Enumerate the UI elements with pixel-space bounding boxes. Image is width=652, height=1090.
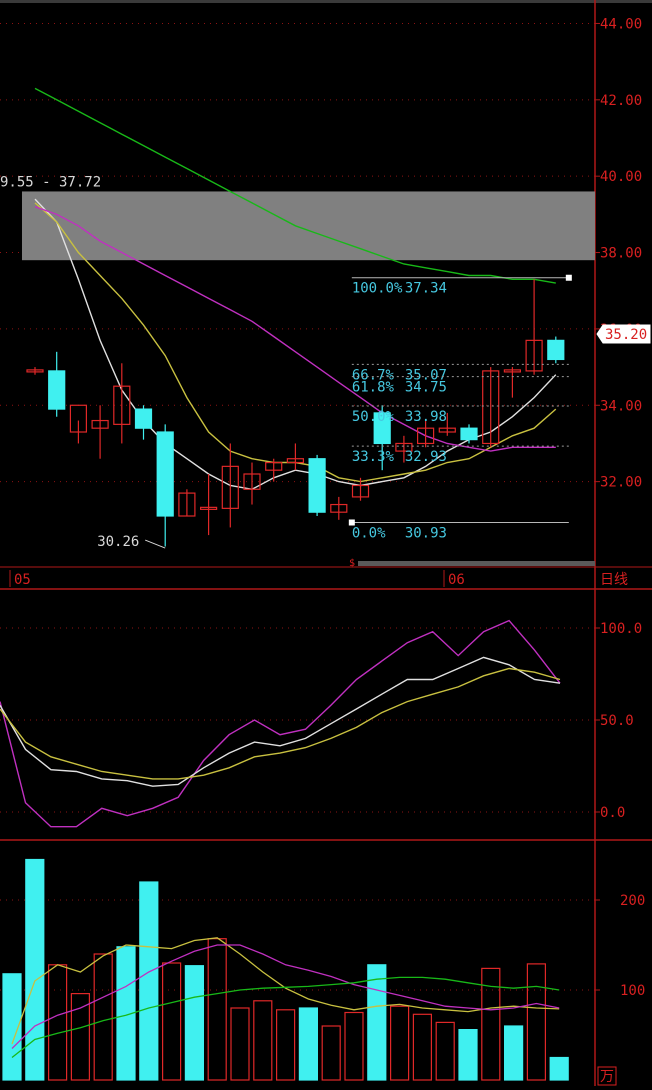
volume-bar-up — [276, 1009, 296, 1081]
stock-chart-window: 9.55 - 37.72 100.0% 37.34 66.7% 35.07 61.8% 3… — [0, 0, 652, 1086]
fib-handle-top — [565, 274, 572, 281]
price-tick-label: 38.00 — [600, 246, 642, 262]
volume-bar-up — [70, 992, 91, 1081]
volume-bar-down — [184, 965, 204, 1081]
volume-bar-up — [253, 1000, 273, 1081]
low-pointer — [145, 539, 166, 549]
candle-down — [48, 370, 66, 410]
fib-level-percent: 33.3% — [352, 449, 395, 465]
oscillator-tick-label: 100.0 — [600, 621, 642, 637]
volume-bar-up — [162, 962, 182, 1081]
oscillator-tick-label: 0.0 — [600, 805, 625, 821]
scroll-marker-icon: $ — [349, 558, 355, 569]
chart-canvas[interactable]: 9.55 - 37.72 100.0% 37.3466.7% 35.0761.8% 3… — [0, 0, 652, 1086]
fib-level-percent: 61.8% — [352, 380, 395, 396]
volume-bar-up — [526, 963, 547, 1081]
price-moving-averages — [34, 87, 557, 491]
volume-bar-up — [47, 964, 68, 1081]
volume-bar-up — [230, 1007, 250, 1081]
candle-down — [547, 339, 565, 361]
current-price-label: 35.20 — [605, 327, 647, 343]
fib-level-price: 33.98 — [405, 409, 447, 425]
volume-bar-up — [435, 1021, 455, 1081]
resistance-zone-rect — [21, 191, 596, 261]
oscillator-line — [0, 619, 561, 828]
fibonacci-retracement: 100.0% 37.3466.7% 35.0761.8% 34.7550.0% 33.9… — [348, 274, 572, 541]
price-tick-label: 34.00 — [600, 398, 642, 414]
price-tick-label: 44.00 — [600, 16, 642, 32]
fib-level-percent: 0.0% — [352, 525, 386, 541]
oscillator-grid — [0, 627, 595, 813]
oscillator-lines — [0, 619, 561, 828]
candle-down — [156, 431, 174, 517]
fib-level-percent: 100.0% — [352, 281, 403, 297]
oscillator-tick-label: 50.0 — [600, 713, 634, 729]
volume-axis: 100 200 万 — [595, 893, 645, 1086]
volume-bar-up — [93, 953, 113, 1081]
resistance-zone: 9.55 - 37.72 — [0, 174, 596, 261]
date-axis: 05 06 日线 $ — [9, 558, 628, 588]
fib-level-percent: 50.0% — [352, 409, 395, 425]
price-tick-label: 40.00 — [600, 169, 642, 185]
fib-level-price: 37.34 — [405, 281, 447, 297]
range-label: 9.55 - 37.72 — [0, 174, 101, 190]
volume-bar-down — [139, 881, 159, 1081]
date-label-june: 06 — [448, 572, 465, 588]
candle-down — [308, 458, 326, 513]
volume-bar-up — [390, 1005, 410, 1081]
volume-bar-down — [458, 1028, 478, 1081]
oscillator-axis: 0.0 50.0 100.0 — [595, 621, 642, 821]
volume-bar-down — [298, 1007, 318, 1081]
volume-bar-up — [321, 1025, 341, 1081]
volume-bar-down — [367, 964, 387, 1081]
fib-level-price: 30.93 — [405, 525, 447, 541]
oscillator-line — [0, 667, 561, 780]
volume-bar-up — [207, 938, 227, 1081]
low-price-label: 30.26 — [97, 534, 139, 550]
volume-bar-down — [25, 858, 45, 1081]
volume-unit-label: 万 — [600, 1069, 614, 1085]
fib-level-price: 34.75 — [405, 380, 447, 396]
volume-bar-down — [549, 1056, 569, 1081]
volume-bar-up — [344, 1011, 364, 1081]
candle-down — [460, 427, 478, 441]
fib-handle-bottom — [348, 519, 355, 526]
volume-tick-label: 200 — [620, 893, 645, 909]
volume-grid — [0, 899, 595, 991]
price-tick-label: 42.00 — [600, 93, 642, 109]
fib-level-price: 32.93 — [405, 449, 447, 465]
price-tick-label: 32.00 — [600, 475, 642, 491]
volume-bar-down — [504, 1025, 524, 1081]
scroll-bar[interactable] — [358, 561, 595, 566]
candle-down — [134, 408, 153, 429]
period-label[interactable]: 日线 — [600, 572, 628, 588]
volume-tick-label: 100 — [620, 983, 645, 999]
volume-bar-up — [412, 1013, 432, 1081]
volume-bars — [2, 858, 569, 1081]
date-label-may: 05 — [14, 572, 31, 588]
price-candles — [26, 279, 565, 547]
price-axis: 32.0034.0036.0038.0040.0042.0044.00 — [595, 16, 642, 491]
